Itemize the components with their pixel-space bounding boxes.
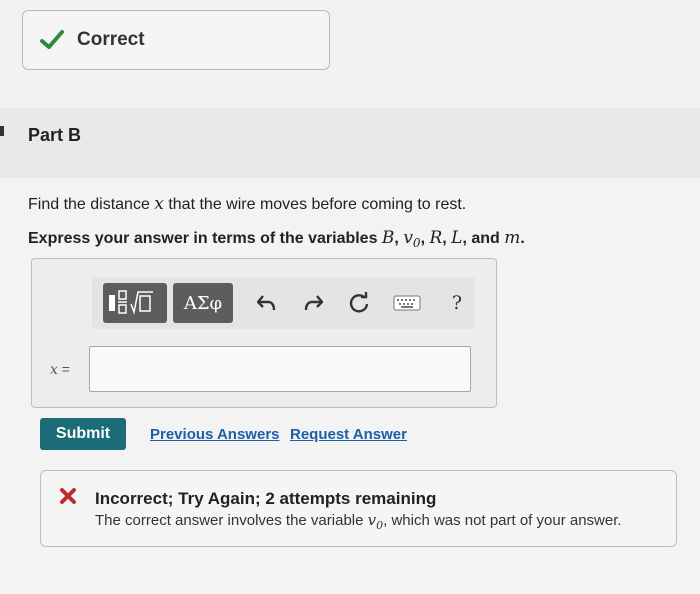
feedback-title: Incorrect; Try Again; 2 attempts remaini… [95,489,437,508]
question-suffix: that the wire moves before coming to res… [163,196,467,213]
redo-icon[interactable] [301,291,325,315]
answer-variable: x [50,362,58,378]
instruction-end: . [520,230,525,247]
undo-icon[interactable] [255,291,279,315]
feedback-text-prefix: The correct answer involves the variable [95,512,368,529]
feedback-text-suffix: , which was not part of your answer. [383,512,622,529]
variable-l: L [451,228,463,248]
collapse-marker-icon[interactable] [0,126,4,136]
instruction-sep: , and [462,230,505,247]
variable-v: v [403,228,413,248]
previous-answers-link[interactable]: Previous Answers [150,426,280,443]
help-icon[interactable]: ? [445,291,469,315]
instruction-sep: , [442,230,452,247]
variable-b: B [381,228,395,248]
question-text: Find the distance x that the wire moves … [28,194,466,214]
templates-icon [109,290,153,315]
answer-box: ΑΣφ ? x = [31,258,497,408]
instruction-prefix: Express your answer in terms of the vari… [28,230,382,247]
greek-symbols-button[interactable]: ΑΣφ [173,283,233,323]
x-icon [60,488,76,504]
reset-icon[interactable] [347,291,371,315]
question-prefix: Find the distance [28,196,155,213]
templates-button[interactable] [103,283,167,323]
keyboard-icon[interactable] [393,291,421,315]
submit-button[interactable]: Submit [40,418,126,450]
correct-status-box: Correct [22,10,330,70]
feedback-variable: v [367,511,377,529]
answer-input[interactable] [89,346,471,392]
part-header-band [0,108,700,178]
question-variable: x [154,194,164,214]
variable-v-subscript: 0 [412,236,421,251]
status-label: Correct [77,29,145,50]
feedback-box: Incorrect; Try Again; 2 attempts remaini… [40,470,677,547]
instruction-sep: , [394,230,404,247]
variable-m: m [504,228,521,248]
check-icon [40,30,64,49]
instruction-text: Express your answer in terms of the vari… [28,228,525,250]
request-answer-link[interactable]: Request Answer [290,426,407,443]
equals-sign: = [57,361,70,377]
feedback-text: The correct answer involves the variable… [95,511,622,532]
variable-r: R [429,228,443,248]
part-title: Part B [28,125,82,145]
math-toolbar: ΑΣφ ? [92,277,475,329]
answer-variable-label: x = [50,361,70,378]
